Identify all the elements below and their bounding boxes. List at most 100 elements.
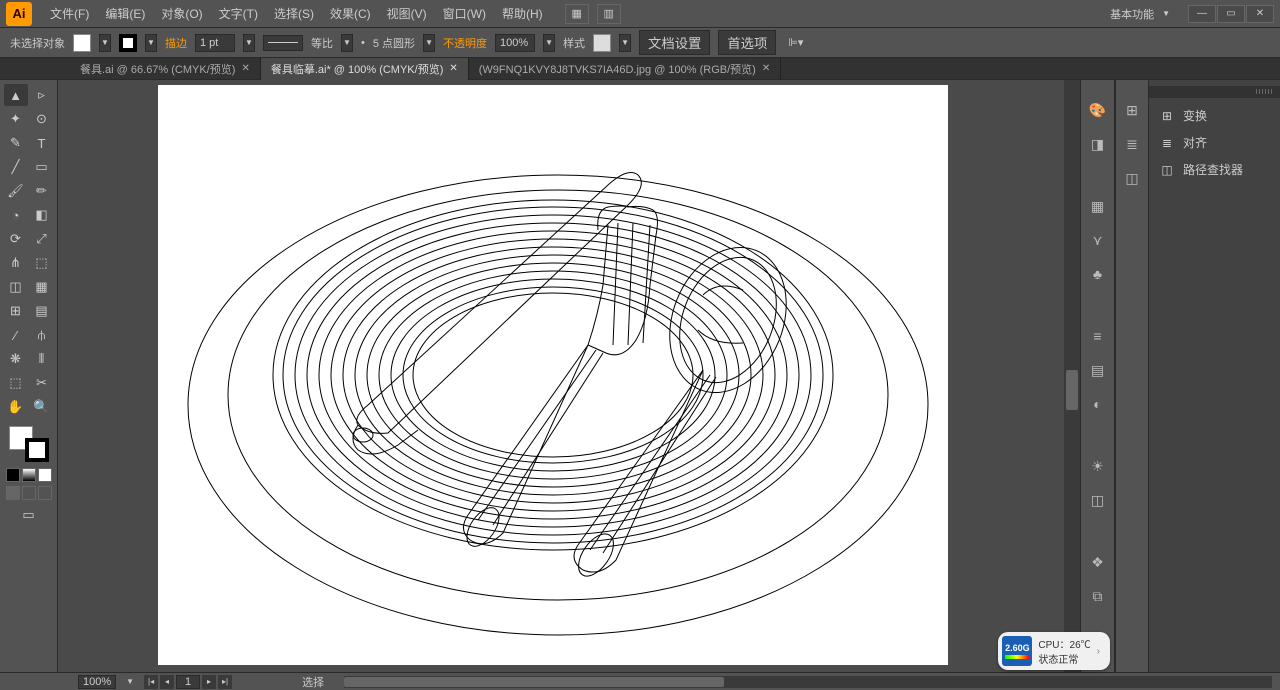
window-maximize-button[interactable]: ▭: [1217, 5, 1245, 23]
line-tool[interactable]: ╱: [4, 156, 28, 178]
panel-align[interactable]: ≣对齐: [1149, 129, 1280, 156]
menu-file[interactable]: 文件(F): [42, 5, 97, 22]
scrollbar-thumb[interactable]: [344, 677, 724, 687]
perspective-tool[interactable]: ▦: [30, 276, 54, 298]
stroke-weight-input[interactable]: [195, 34, 235, 52]
align-icon[interactable]: ⊫▾: [788, 36, 803, 49]
doc-tab-3[interactable]: (W9FNQ1KVY8J8TVKS7IA46D.jpg @ 100% (RGB/…: [469, 58, 781, 80]
scale-tool[interactable]: ⤢: [30, 228, 54, 250]
bridge-icon[interactable]: ▦: [565, 4, 589, 24]
close-icon[interactable]: ✕: [762, 63, 770, 74]
direct-selection-tool[interactable]: ▹: [30, 84, 54, 106]
next-artboard[interactable]: ▸: [202, 675, 216, 689]
stroke-weight-dropdown[interactable]: ▼: [243, 34, 255, 52]
slice-tool[interactable]: ✂: [30, 372, 54, 394]
zoom-dropdown-icon[interactable]: ▼: [126, 677, 134, 686]
panel-pathfinder[interactable]: ◫路径查找器: [1149, 156, 1280, 183]
pen-tool[interactable]: ✎: [4, 132, 28, 154]
none-mode[interactable]: [38, 468, 52, 482]
zoom-tool[interactable]: 🔍: [30, 396, 54, 418]
last-artboard[interactable]: ▸|: [218, 675, 232, 689]
swatches-icon[interactable]: ▦: [1088, 196, 1108, 216]
pencil-tool[interactable]: ✏: [30, 180, 54, 202]
shape-builder-tool[interactable]: ◫: [4, 276, 28, 298]
menu-select[interactable]: 选择(S): [266, 5, 322, 22]
hand-tool[interactable]: ✋: [4, 396, 28, 418]
menu-help[interactable]: 帮助(H): [494, 5, 551, 22]
blob-brush-tool[interactable]: ◔: [4, 204, 28, 226]
eraser-tool[interactable]: ◧: [30, 204, 54, 226]
gradient-panel-icon[interactable]: ▤: [1088, 360, 1108, 380]
gradient-tool[interactable]: ▤: [30, 300, 54, 322]
panel-drag-handle[interactable]: [1149, 86, 1280, 98]
artboard-number[interactable]: 1: [176, 675, 200, 689]
workspace-label[interactable]: 基本功能: [1110, 6, 1154, 22]
symbols-icon[interactable]: ♣: [1088, 264, 1108, 284]
profile-dropdown[interactable]: ▼: [341, 34, 353, 52]
screen-mode[interactable]: ▭: [17, 504, 41, 526]
doc-tab-2[interactable]: 餐具临摹.ai* @ 100% (CMYK/预览)✕: [261, 58, 469, 80]
workspace-arrow-icon[interactable]: ▼: [1162, 9, 1170, 18]
menu-effect[interactable]: 效果(C): [322, 5, 379, 22]
first-artboard[interactable]: |◂: [144, 675, 158, 689]
prev-artboard[interactable]: ◂: [160, 675, 174, 689]
style-swatch[interactable]: [593, 34, 611, 52]
artboard-tool[interactable]: ⬚: [4, 372, 28, 394]
layers-icon[interactable]: ❖: [1088, 552, 1108, 572]
transparency-icon[interactable]: ◐: [1088, 394, 1108, 414]
canvas-area[interactable]: [58, 80, 1080, 672]
menu-edit[interactable]: 编辑(E): [97, 5, 153, 22]
panel-transform[interactable]: ⊞变换: [1149, 102, 1280, 129]
draw-inside[interactable]: [38, 486, 52, 500]
artboard[interactable]: [158, 85, 948, 665]
symbol-sprayer-tool[interactable]: ❋: [4, 348, 28, 370]
paintbrush-tool[interactable]: 🖌: [4, 180, 28, 202]
fill-swatch[interactable]: [73, 34, 91, 52]
column-graph-tool[interactable]: ⫴: [30, 348, 54, 370]
arrange-icon[interactable]: ▥: [597, 4, 621, 24]
window-minimize-button[interactable]: —: [1188, 5, 1216, 23]
menu-type[interactable]: 文字(T): [211, 5, 266, 22]
blend-tool[interactable]: ⫛: [30, 324, 54, 346]
doc-tab-1[interactable]: 餐具.ai @ 66.67% (CMYK/预览)✕: [70, 58, 261, 80]
stroke-profile[interactable]: [263, 35, 303, 51]
artboards-icon[interactable]: ⧉: [1088, 586, 1108, 606]
stroke-color[interactable]: [25, 438, 49, 462]
draw-behind[interactable]: [22, 486, 36, 500]
appearance-icon[interactable]: ☀: [1088, 456, 1108, 476]
close-icon[interactable]: ✕: [449, 63, 457, 74]
zoom-level[interactable]: 100%: [78, 675, 116, 689]
close-icon[interactable]: ✕: [241, 63, 249, 74]
stroke-swatch[interactable]: [119, 34, 137, 52]
align-icon[interactable]: ≣: [1122, 134, 1142, 154]
style-dropdown[interactable]: ▼: [619, 34, 631, 52]
magic-wand-tool[interactable]: ✦: [4, 108, 28, 130]
brush-dropdown[interactable]: ▼: [423, 34, 435, 52]
free-transform-tool[interactable]: ⬚: [30, 252, 54, 274]
menu-view[interactable]: 视图(V): [379, 5, 435, 22]
menu-object[interactable]: 对象(O): [153, 5, 210, 22]
doc-setup-button[interactable]: 文档设置: [639, 30, 710, 55]
pathfinder-icon[interactable]: ◫: [1122, 168, 1142, 188]
menu-window[interactable]: 窗口(W): [435, 5, 494, 22]
prefs-button[interactable]: 首选项: [718, 30, 776, 55]
eyedropper-tool[interactable]: ⁄: [4, 324, 28, 346]
opacity-dropdown[interactable]: ▼: [543, 34, 555, 52]
stroke-panel-icon[interactable]: ≡: [1088, 326, 1108, 346]
cpu-monitor-widget[interactable]: 2.60G CPU：26℃ 状态正常 ›: [998, 632, 1110, 670]
selection-tool[interactable]: ▲: [4, 84, 28, 106]
rotate-tool[interactable]: ⟳: [4, 228, 28, 250]
gradient-mode[interactable]: [22, 468, 36, 482]
stroke-dropdown[interactable]: ▼: [145, 34, 157, 52]
vertical-scrollbar[interactable]: [1064, 80, 1080, 672]
scrollbar-thumb[interactable]: [1066, 370, 1078, 410]
graphic-styles-icon[interactable]: ◫: [1088, 490, 1108, 510]
rectangle-tool[interactable]: ▭: [30, 156, 54, 178]
width-tool[interactable]: ⋔: [4, 252, 28, 274]
opacity-input[interactable]: [495, 34, 535, 52]
fill-dropdown[interactable]: ▼: [99, 34, 111, 52]
horizontal-scrollbar[interactable]: [344, 676, 1272, 688]
type-tool[interactable]: T: [30, 132, 54, 154]
color-mode[interactable]: [6, 468, 20, 482]
transform-icon[interactable]: ⊞: [1122, 100, 1142, 120]
